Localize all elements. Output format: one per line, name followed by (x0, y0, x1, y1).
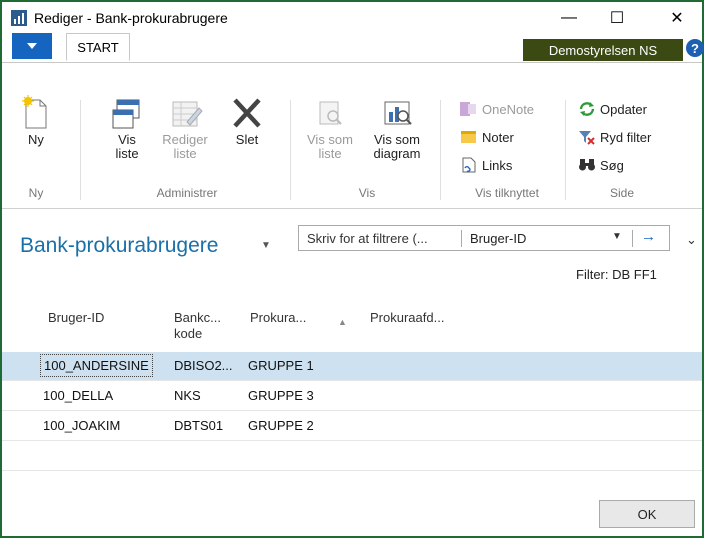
ribbon-separator (290, 100, 291, 200)
view-list-label-1: Vis (118, 132, 136, 147)
search-button[interactable]: Søg (578, 156, 624, 174)
edit-list-label-2: liste (173, 146, 197, 161)
show-as-list-label-2: liste (318, 146, 342, 161)
title-bar[interactable]: Rediger - Bank-prokurabrugere — ☐ ✕ (2, 2, 702, 34)
binoculars-icon (579, 159, 595, 171)
view-list-icon (112, 99, 140, 129)
delete-label: Slet (235, 132, 259, 147)
new-button[interactable]: Ny (16, 94, 56, 147)
filter-field-dropdown-icon[interactable]: ▼ (612, 231, 622, 242)
links-label: Links (482, 157, 513, 173)
window-title: Rediger - Bank-prokurabrugere (34, 10, 228, 26)
help-icon[interactable]: ? (686, 39, 704, 57)
edit-list-button[interactable]: Rediger liste (157, 94, 213, 161)
onenote-label: OneNote (482, 101, 535, 117)
onenote-icon (460, 102, 476, 116)
group-label-administrer: Administrer (156, 186, 218, 200)
filter-field-select[interactable]: Bruger-ID (470, 231, 526, 246)
column-header-prokuraafd[interactable]: Prokuraafd... (370, 310, 444, 326)
column-header-bankcode[interactable]: Bankc... kode (174, 310, 221, 342)
cell-prokura[interactable]: GRUPPE 1 (248, 358, 314, 373)
cell-bankcode[interactable]: NKS (174, 388, 201, 403)
delete-button[interactable]: Slet (222, 94, 272, 147)
dynamics-app-icon (11, 10, 27, 26)
show-as-chart-label-1: Vis som (374, 132, 420, 147)
cell-bruger-id[interactable]: 100_DELLA (43, 388, 113, 403)
expand-chevron-icon[interactable]: ⌄ (686, 232, 697, 248)
delete-x-icon (233, 98, 261, 128)
table-row-empty[interactable] (2, 442, 702, 471)
cell-prokura[interactable]: GRUPPE 3 (248, 388, 314, 403)
clear-filter-button[interactable]: Ryd filter (578, 128, 651, 146)
onenote-button[interactable]: OneNote (460, 100, 534, 118)
notes-label: Noter (482, 129, 514, 145)
clear-filter-icon (579, 131, 595, 145)
group-label-side: Side (609, 186, 635, 200)
sort-ascending-icon: ▲ (338, 317, 347, 327)
new-document-icon (22, 95, 47, 129)
view-list-label-2: liste (115, 146, 139, 161)
edit-list-label-1: Rediger (162, 132, 208, 147)
show-as-list-icon (319, 101, 342, 125)
group-label-vis-tilknyttet: Vis tilknyttet (475, 186, 539, 200)
ribbon-separator (565, 100, 566, 200)
links-button[interactable]: Links (460, 156, 512, 174)
cell-bankcode[interactable]: DBTS01 (174, 418, 223, 433)
show-as-list-button[interactable]: Vis som liste (302, 94, 358, 161)
filter-divider (632, 230, 633, 247)
notes-button[interactable]: Noter (460, 128, 514, 146)
column-header-bankcode-line1: Bankc... (174, 310, 221, 325)
company-name-badge[interactable]: Demostyrelsen NS (523, 39, 683, 61)
column-header-bruger-id[interactable]: Bruger-ID (48, 310, 104, 326)
ribbon-separator (80, 100, 81, 200)
refresh-label: Opdater (600, 101, 647, 117)
edit-list-icon (172, 101, 203, 127)
ok-button[interactable]: OK (599, 500, 695, 528)
page-title-dropdown-icon[interactable]: ▼ (261, 240, 271, 251)
refresh-button[interactable]: Opdater (578, 100, 647, 118)
clear-filter-label: Ryd filter (600, 129, 652, 145)
show-as-chart-label-2: diagram (373, 146, 421, 161)
cell-bruger-id[interactable]: 100_ANDERSINE (40, 354, 153, 377)
apply-filter-arrow-icon[interactable]: → (641, 228, 656, 245)
group-label-ny: Ny (28, 186, 44, 200)
page-title[interactable]: Bank-prokurabrugere (20, 234, 218, 258)
view-list-button[interactable]: Vis liste (102, 94, 152, 161)
filter-box[interactable]: Skriv for at filtrere (... Bruger-ID ▼ → (298, 225, 670, 251)
table-row[interactable]: 100_ANDERSINE DBISO2... GRUPPE 1 (2, 352, 702, 381)
dialog-window: Rediger - Bank-prokurabrugere — ☐ ✕ STAR… (0, 0, 704, 538)
ribbon-separator (440, 100, 441, 200)
group-label-vis: Vis (358, 186, 376, 200)
filter-input[interactable]: Skriv for at filtrere (... (307, 231, 428, 246)
cell-prokura[interactable]: GRUPPE 2 (248, 418, 314, 433)
file-menu-button[interactable] (12, 33, 52, 59)
new-button-label: Ny (28, 132, 44, 147)
maximize-button[interactable]: ☐ (594, 2, 640, 34)
column-header-prokura[interactable]: Prokura... (250, 310, 306, 326)
filter-info-text: Filter: DB FF1 (576, 267, 657, 282)
close-button[interactable]: ✕ (654, 2, 700, 34)
filter-divider (461, 230, 462, 247)
dropdown-arrow-icon (27, 43, 37, 49)
cell-bankcode[interactable]: DBISO2... (174, 358, 233, 373)
table-row[interactable]: 100_JOAKIM DBTS01 GRUPPE 2 (2, 412, 702, 441)
minimize-button[interactable]: — (546, 2, 592, 34)
show-as-list-label-1: Vis som (307, 132, 353, 147)
search-label: Søg (600, 157, 624, 173)
cell-bruger-id[interactable]: 100_JOAKIM (43, 418, 120, 433)
column-header-bankcode-line2: kode (174, 326, 203, 341)
table-row[interactable]: 100_DELLA NKS GRUPPE 3 (2, 382, 702, 411)
tab-start[interactable]: START (66, 33, 130, 61)
show-as-chart-icon (384, 101, 412, 125)
notes-icon (461, 131, 476, 143)
ribbon: Ny Ny Vis liste Rediger liste Slet Admin… (2, 90, 702, 209)
show-as-chart-button[interactable]: Vis som diagram (365, 94, 429, 161)
links-icon (462, 157, 476, 173)
refresh-icon (579, 102, 595, 116)
